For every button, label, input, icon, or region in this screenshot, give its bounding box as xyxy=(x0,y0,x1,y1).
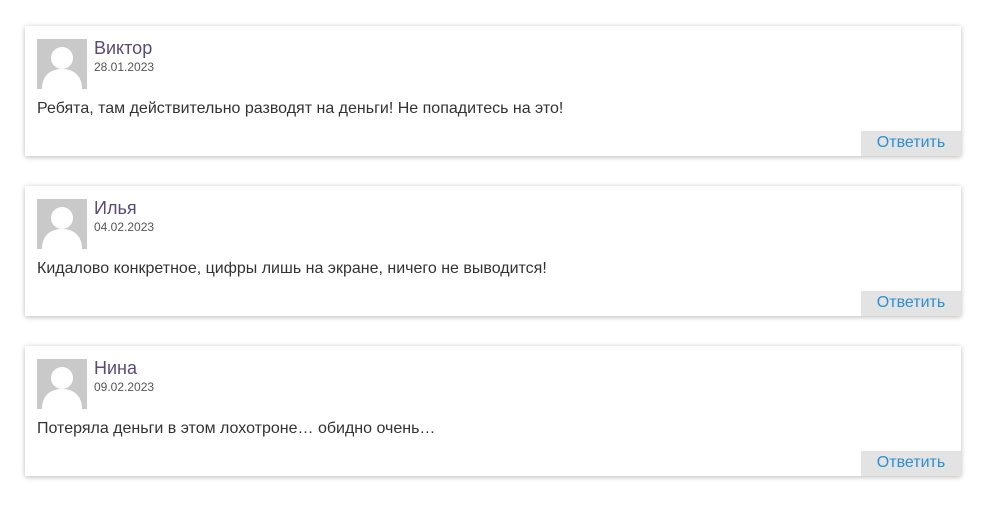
comment-card: Илья 04.02.2023 Кидалово конкретное, циф… xyxy=(25,186,961,316)
comment-card: Нина 09.02.2023 Потеряла деньги в этом л… xyxy=(25,346,961,476)
comments-list: Виктор 28.01.2023 Ребята, там действител… xyxy=(25,26,961,506)
comment-text: Кидалово конкретное, цифры лишь на экран… xyxy=(37,260,547,277)
comment-author: Виктор xyxy=(94,38,153,58)
avatar-silhouette-icon xyxy=(37,199,87,249)
comment-date: 28.01.2023 xyxy=(94,60,155,74)
comment-text: Потеряла деньги в этом лохотроне… обидно… xyxy=(37,420,436,437)
comment-card: Виктор 28.01.2023 Ребята, там действител… xyxy=(25,26,961,156)
comment-date: 09.02.2023 xyxy=(94,380,155,394)
default-avatar-icon xyxy=(37,199,87,249)
comment-text: Ребята, там действительно разводят на де… xyxy=(37,100,564,117)
comment-author: Илья xyxy=(94,198,137,218)
reply-button[interactable]: Ответить xyxy=(861,131,961,156)
avatar-silhouette-icon xyxy=(37,359,87,409)
comment-date: 04.02.2023 xyxy=(94,220,155,234)
comment-author: Нина xyxy=(94,358,138,378)
avatar-silhouette-icon xyxy=(37,39,87,89)
reply-button[interactable]: Ответить xyxy=(861,451,961,476)
default-avatar-icon xyxy=(37,359,87,409)
reply-button[interactable]: Ответить xyxy=(861,291,961,316)
default-avatar-icon xyxy=(37,39,87,89)
